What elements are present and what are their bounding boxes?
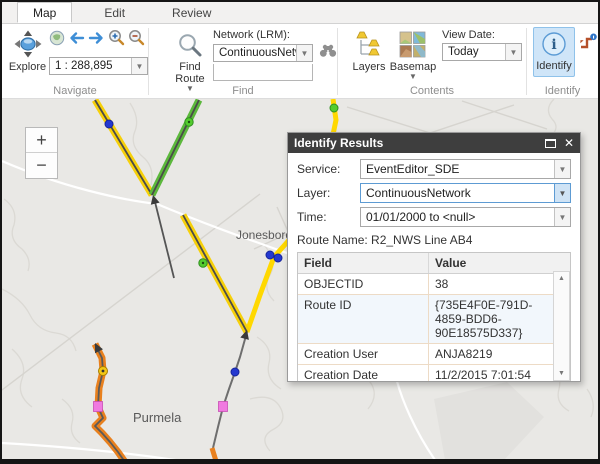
- close-icon[interactable]: ✕: [564, 137, 574, 149]
- network-lrm-label: Network (LRM):: [213, 29, 337, 41]
- basemap-icon: [399, 31, 426, 61]
- scale-dropdown-arrow[interactable]: ▼: [131, 58, 147, 74]
- group-navigate: Explore: [2, 24, 148, 98]
- back-extent-icon[interactable]: [68, 31, 85, 50]
- service-combobox[interactable]: EventEditor_SDE ▼: [360, 159, 571, 179]
- identify-route-icon[interactable]: [579, 33, 598, 77]
- tab-edit[interactable]: Edit: [89, 2, 140, 23]
- table-row[interactable]: Route ID {735E4F0E-791D-4859-BDD6-90E185…: [298, 295, 570, 344]
- zoom-in-icon[interactable]: [108, 29, 125, 51]
- tab-map[interactable]: Map: [17, 2, 72, 23]
- route-name-line: Route Name: R2_NWS Line AB4: [297, 233, 571, 247]
- tab-review[interactable]: Review: [157, 2, 226, 23]
- group-contents: Layers: [338, 24, 526, 98]
- map-zoom-control: + −: [25, 127, 58, 179]
- layer-dropdown-arrow[interactable]: ▼: [554, 184, 570, 202]
- view-date-dropdown-arrow[interactable]: ▼: [505, 44, 521, 60]
- identify-group-label: Identify: [527, 85, 598, 97]
- service-label: Service:: [297, 162, 360, 176]
- view-date-label: View Date:: [442, 29, 522, 41]
- service-value: EventEditor_SDE: [361, 160, 554, 178]
- table-header-row: Field Value: [298, 253, 570, 274]
- layers-icon: [355, 31, 382, 61]
- time-dropdown-arrow[interactable]: ▼: [554, 208, 570, 226]
- navigate-group-label: Navigate: [2, 85, 148, 97]
- table-scrollbar[interactable]: ▲ ▼: [553, 271, 570, 381]
- explore-button[interactable]: Explore: [8, 27, 47, 75]
- map-canvas[interactable]: Jonesboro Purmela + − Identify Results ✕…: [2, 99, 598, 459]
- scale-combobox[interactable]: 1 : 288,895 ▼: [49, 57, 148, 75]
- place-label-purmela: Purmela: [133, 410, 181, 425]
- layer-label: Layer:: [297, 186, 360, 200]
- layer-value: ContinuousNetwork: [361, 184, 554, 202]
- binoculars-icon[interactable]: [319, 43, 337, 63]
- maximize-icon[interactable]: [545, 139, 556, 148]
- identify-icon: i: [541, 31, 567, 60]
- map-zoom-out-button[interactable]: −: [26, 153, 57, 178]
- identify-button[interactable]: i Identify: [533, 27, 575, 77]
- time-combobox[interactable]: 01/01/2000 to <null> ▼: [360, 207, 571, 227]
- scale-value: 1 : 288,895: [50, 58, 131, 74]
- scroll-up-icon[interactable]: ▲: [558, 272, 565, 285]
- group-identify: i Identify Identify: [527, 24, 598, 98]
- table-row[interactable]: Creation User ANJA8219: [298, 344, 570, 365]
- basemap-dropdown-arrow[interactable]: ▼: [409, 74, 417, 80]
- place-label-jonesboro: Jonesboro: [236, 228, 292, 242]
- panel-title: Identify Results: [294, 136, 545, 150]
- explore-icon: [14, 30, 42, 61]
- basemap-button[interactable]: Basemap ▼: [390, 27, 436, 80]
- contents-group-label: Contents: [338, 85, 526, 97]
- time-value: 01/01/2000 to <null>: [361, 208, 554, 226]
- table-row[interactable]: Creation Date 11/2/2015 7:01:54 PM: [298, 365, 570, 382]
- network-value: ContinuousNetwork: [214, 45, 296, 61]
- layers-button[interactable]: Layers: [348, 27, 390, 80]
- identify-results-panel: Identify Results ✕ Service: EventEditor_…: [287, 132, 581, 382]
- find-route-button[interactable]: Find Route ▼: [171, 27, 209, 92]
- time-label: Time:: [297, 210, 360, 224]
- route-input[interactable]: [213, 64, 313, 81]
- network-dropdown-arrow[interactable]: ▼: [296, 45, 312, 61]
- attribute-table: Field Value OBJECTID 38 Route ID {735E4F…: [297, 252, 571, 382]
- ribbon-tab-bar: Map Edit Review: [2, 2, 598, 24]
- table-row[interactable]: OBJECTID 38: [298, 274, 570, 295]
- zoom-out-icon[interactable]: [128, 29, 145, 51]
- svg-text:i: i: [551, 37, 556, 53]
- network-combobox[interactable]: ContinuousNetwork ▼: [213, 44, 313, 62]
- forward-extent-icon[interactable]: [88, 31, 105, 50]
- route-name-value: R2_NWS Line AB4: [371, 233, 472, 247]
- view-date-value: Today: [443, 44, 505, 60]
- identify-results-titlebar[interactable]: Identify Results ✕: [288, 133, 580, 153]
- view-date-combobox[interactable]: Today ▼: [442, 43, 522, 61]
- group-find: Find Route ▼ Network (LRM): ContinuousNe…: [149, 24, 337, 98]
- find-group-label: Find: [149, 85, 337, 97]
- map-zoom-in-button[interactable]: +: [26, 128, 57, 153]
- layer-combobox[interactable]: ContinuousNetwork ▼: [360, 183, 571, 203]
- find-route-icon: [177, 32, 203, 61]
- scroll-down-icon[interactable]: ▼: [558, 367, 565, 380]
- ribbon: Explore: [2, 24, 598, 99]
- route-name-label: Route Name:: [297, 233, 368, 247]
- full-extent-icon[interactable]: [49, 30, 65, 51]
- service-dropdown-arrow[interactable]: ▼: [554, 160, 570, 178]
- app-window: Map Edit Review: [0, 0, 600, 464]
